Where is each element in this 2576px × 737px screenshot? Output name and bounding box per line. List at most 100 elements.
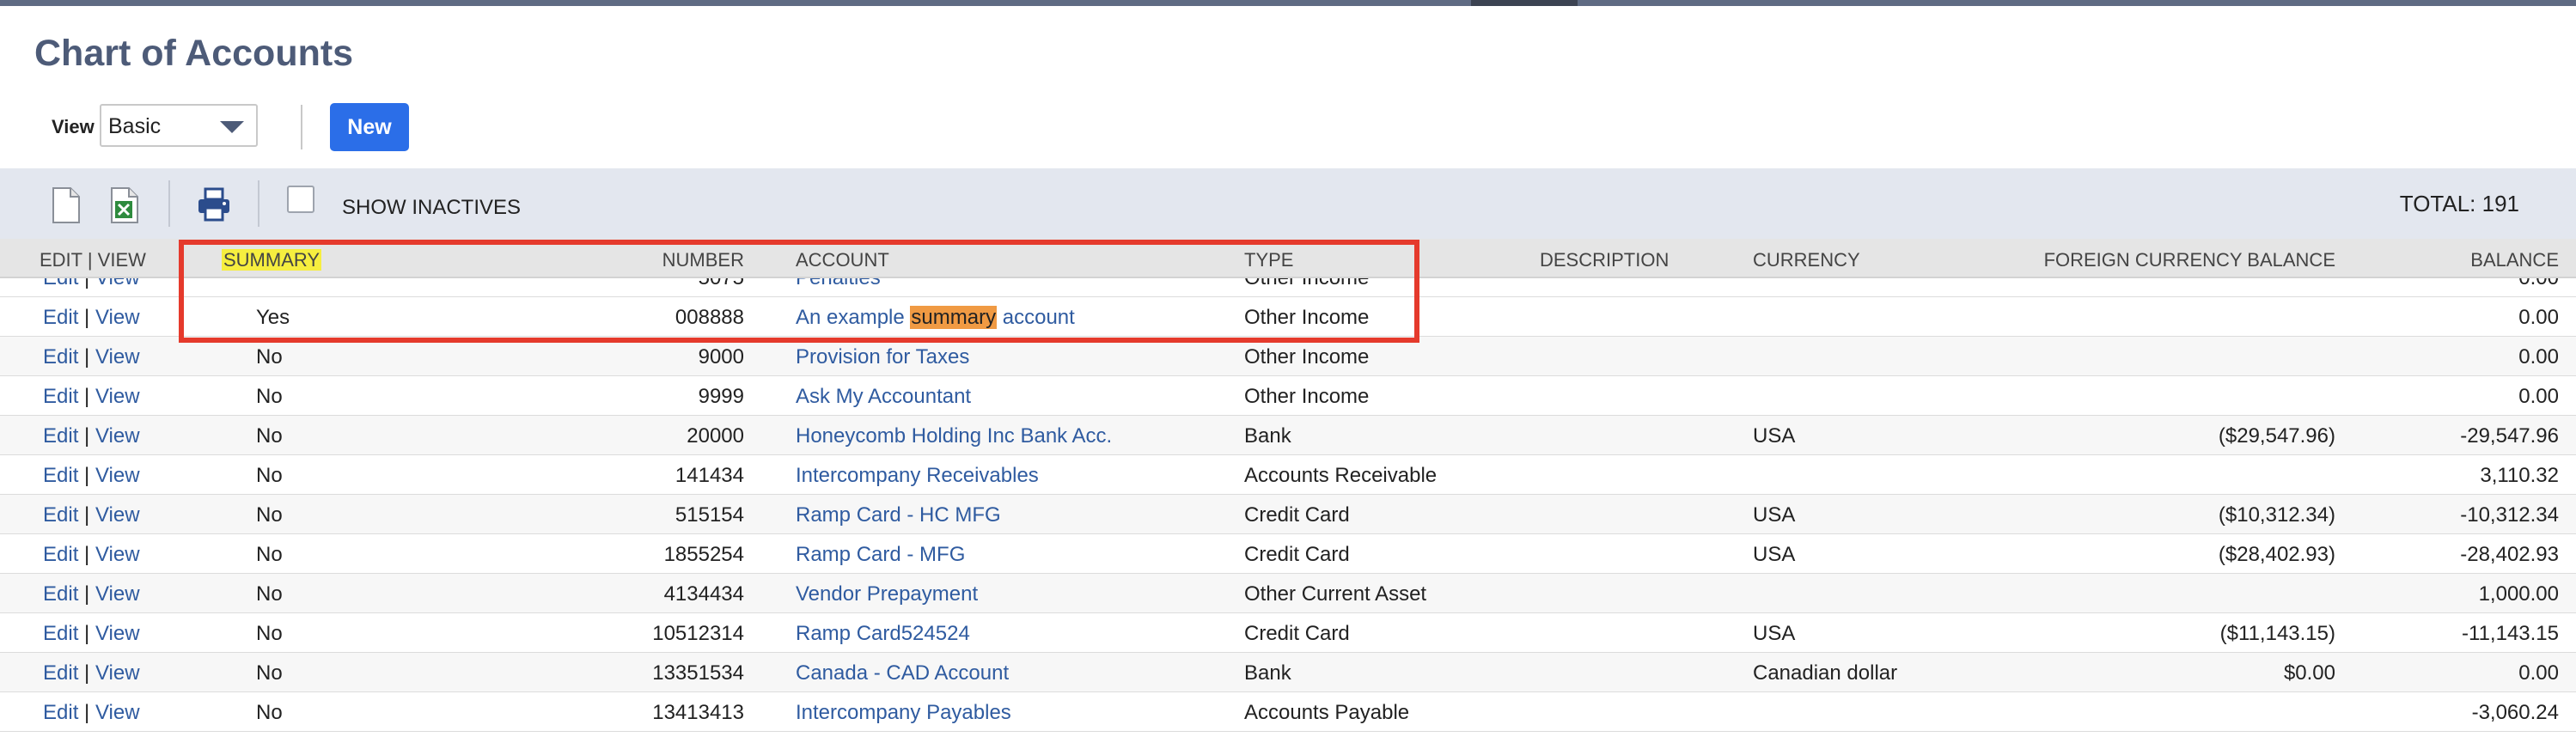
table-row: Edit | View No 13413413 Intercompany Payabl… xyxy=(0,692,2576,732)
edit-link[interactable]: Edit xyxy=(43,278,78,289)
account-type: Other Current Asset xyxy=(1244,582,1427,606)
account-balance: 0.00 xyxy=(2518,278,2559,290)
summary-value: No xyxy=(256,701,283,724)
account-currency: USA xyxy=(1753,622,1796,645)
table-row: Edit | View No 20000 Honeycomb Holding Inc … xyxy=(0,416,2576,455)
summary-value: No xyxy=(256,345,283,368)
view-link[interactable]: View xyxy=(95,503,140,527)
view-link[interactable]: View xyxy=(95,424,140,448)
edit-link[interactable]: Edit xyxy=(43,622,78,645)
account-balance: -10,312.34 xyxy=(2460,503,2559,527)
view-select[interactable]: Basic xyxy=(100,104,258,147)
account-number: 13413413 xyxy=(652,701,744,724)
account-name-link[interactable]: Honeycomb Holding Inc Bank Acc. xyxy=(796,424,1112,448)
edit-link[interactable]: Edit xyxy=(43,385,78,408)
show-inactives-label: SHOW INACTIVES xyxy=(342,196,522,219)
view-link[interactable]: View xyxy=(95,306,140,329)
excel-icon[interactable] xyxy=(107,186,143,225)
column-header-edit-view: EDIT | VIEW xyxy=(40,249,146,271)
view-link[interactable]: View xyxy=(95,278,140,289)
account-name-link[interactable]: Vendor Prepayment xyxy=(796,582,978,606)
top-accent-bar-active-segment xyxy=(1471,0,1578,6)
account-balance: 0.00 xyxy=(2518,306,2559,329)
row-actions: Edit | View xyxy=(43,661,140,685)
document-icon[interactable] xyxy=(48,186,84,225)
edit-link[interactable]: Edit xyxy=(43,464,78,487)
column-header-account[interactable]: ACCOUNT xyxy=(796,249,889,271)
edit-link[interactable]: Edit xyxy=(43,345,78,368)
account-name-link[interactable]: Ramp Card524524 xyxy=(796,622,970,646)
column-header-summary[interactable]: SUMMARY xyxy=(222,249,322,271)
edit-link[interactable]: Edit xyxy=(43,503,78,527)
table-row: Edit | View No 141434 Intercompany Receivab… xyxy=(0,455,2576,495)
account-name-link[interactable]: Intercompany Payables xyxy=(796,701,1011,725)
account-type: Other Income xyxy=(1244,306,1370,329)
account-number: 5075 xyxy=(699,278,744,290)
edit-link[interactable]: Edit xyxy=(43,582,78,606)
column-header-number[interactable]: NUMBER xyxy=(662,249,744,271)
row-actions: Edit | View xyxy=(43,345,140,369)
view-link[interactable]: View xyxy=(95,582,140,606)
view-link[interactable]: View xyxy=(95,345,140,368)
column-header-foreign-currency-balance[interactable]: FOREIGN CURRENCY BALANCE xyxy=(2044,249,2335,271)
account-type: Other Income xyxy=(1244,345,1370,368)
view-link[interactable]: View xyxy=(95,701,140,724)
header-divider xyxy=(301,105,302,149)
account-balance: -11,143.15 xyxy=(2462,622,2559,645)
print-icon[interactable] xyxy=(196,186,232,225)
row-actions: Edit | View xyxy=(43,424,140,448)
column-header-currency[interactable]: CURRENCY xyxy=(1753,249,1860,271)
view-link[interactable]: View xyxy=(95,622,140,645)
table-header: EDIT | VIEW SUMMARY NUMBER ACCOUNT TYPE … xyxy=(0,239,2576,278)
new-button[interactable]: New xyxy=(330,103,409,151)
edit-link[interactable]: Edit xyxy=(43,701,78,724)
account-balance: -29,547.96 xyxy=(2460,424,2559,448)
edit-view-separator: | xyxy=(84,306,90,329)
account-name-link[interactable]: Ramp Card - HC MFG xyxy=(796,503,1001,527)
summary-value: Yes xyxy=(256,306,290,329)
view-link[interactable]: View xyxy=(95,661,140,685)
column-header-balance[interactable]: BALANCE xyxy=(2470,249,2559,271)
account-currency: USA xyxy=(1753,543,1796,566)
edit-link[interactable]: Edit xyxy=(43,306,78,329)
edit-view-separator: | xyxy=(84,582,90,606)
account-balance: -3,060.24 xyxy=(2471,701,2559,724)
account-name-link[interactable]: Ask My Accountant xyxy=(796,385,971,409)
edit-view-separator: | xyxy=(84,543,90,566)
column-header-type[interactable]: TYPE xyxy=(1244,249,1293,271)
view-link[interactable]: View xyxy=(95,385,140,408)
table-row: Edit | View No 9000 Provision for Taxes Othe… xyxy=(0,337,2576,376)
edit-view-separator: | xyxy=(84,622,90,645)
summary-value: No xyxy=(256,543,283,566)
account-name-link[interactable]: Penalties xyxy=(796,278,881,290)
row-actions: Edit | View xyxy=(43,464,140,488)
edit-link[interactable]: Edit xyxy=(43,424,78,448)
row-actions: Edit | View xyxy=(43,701,140,725)
show-inactives-checkbox[interactable] xyxy=(287,186,314,213)
foreign-currency-balance: ($28,402.93) xyxy=(2218,543,2335,566)
edit-view-separator: | xyxy=(84,345,90,368)
edit-view-separator: | xyxy=(84,464,90,487)
edit-link[interactable]: Edit xyxy=(43,661,78,685)
account-name-link[interactable]: Canada - CAD Account xyxy=(796,661,1009,685)
row-actions: Edit | View xyxy=(43,503,140,527)
edit-link[interactable]: Edit xyxy=(43,543,78,566)
row-actions: Edit | View xyxy=(43,582,140,606)
account-name-link[interactable]: Ramp Card - MFG xyxy=(796,543,965,567)
table-row: Edit | View No 9999 Ask My Accountant Other … xyxy=(0,376,2576,416)
view-link[interactable]: View xyxy=(95,464,140,487)
account-type: Bank xyxy=(1244,424,1291,448)
view-link[interactable]: View xyxy=(95,543,140,566)
account-name-link[interactable]: Provision for Taxes xyxy=(796,345,969,369)
account-name-part: An example xyxy=(796,306,905,329)
foreign-currency-balance: ($29,547.96) xyxy=(2218,424,2335,448)
account-balance: 1,000.00 xyxy=(2478,582,2559,606)
table-row-highlighted: Edit | View Yes 008888 An example summar… xyxy=(0,297,2576,337)
table-row: Edit | View No 4134434 Vendor Prepayment Oth… xyxy=(0,574,2576,613)
column-header-description[interactable]: DESCRIPTION xyxy=(1540,249,1669,271)
summary-value: No xyxy=(256,582,283,606)
edit-view-separator: | xyxy=(84,661,90,685)
account-name-link[interactable]: An example summary account xyxy=(796,306,1075,330)
account-name-link[interactable]: Intercompany Receivables xyxy=(796,464,1039,488)
edit-view-separator: | xyxy=(84,424,90,448)
